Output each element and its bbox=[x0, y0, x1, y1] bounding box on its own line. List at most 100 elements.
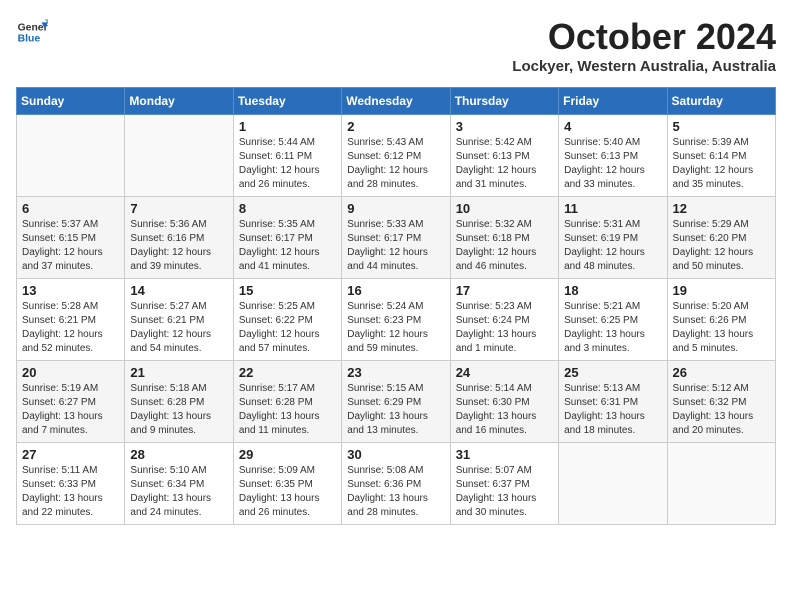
cell-content: Sunrise: 5:36 AM Sunset: 6:16 PM Dayligh… bbox=[130, 218, 227, 274]
calendar-cell: 28 Sunrise: 5:10 AM Sunset: 6:34 PM Dayli… bbox=[125, 443, 233, 525]
day-header-tuesday: Tuesday bbox=[233, 88, 341, 115]
day-header-thursday: Thursday bbox=[450, 88, 558, 115]
cell-content: Sunrise: 5:21 AM Sunset: 6:25 PM Dayligh… bbox=[564, 300, 661, 356]
day-number: 8 bbox=[239, 201, 336, 216]
day-number: 1 bbox=[239, 119, 336, 134]
cell-content: Sunrise: 5:08 AM Sunset: 6:36 PM Dayligh… bbox=[347, 464, 444, 520]
cell-content: Sunrise: 5:14 AM Sunset: 6:30 PM Dayligh… bbox=[456, 382, 553, 438]
week-row-2: 6 Sunrise: 5:37 AM Sunset: 6:15 PM Daylig… bbox=[17, 197, 776, 279]
calendar-cell: 3 Sunrise: 5:42 AM Sunset: 6:13 PM Daylig… bbox=[450, 115, 558, 197]
week-row-5: 27 Sunrise: 5:11 AM Sunset: 6:33 PM Dayli… bbox=[17, 443, 776, 525]
calendar-cell: 15 Sunrise: 5:25 AM Sunset: 6:22 PM Dayli… bbox=[233, 279, 341, 361]
calendar-cell: 9 Sunrise: 5:33 AM Sunset: 6:17 PM Daylig… bbox=[342, 197, 450, 279]
day-number: 16 bbox=[347, 283, 444, 298]
cell-content: Sunrise: 5:31 AM Sunset: 6:19 PM Dayligh… bbox=[564, 218, 661, 274]
calendar-cell: 1Sunrise: 5:44 AM Sunset: 6:11 PM Daylig… bbox=[233, 115, 341, 197]
page-header: General Blue October 2024 Lockyer, Weste… bbox=[16, 16, 776, 75]
cell-content: Sunrise: 5:40 AM Sunset: 6:13 PM Dayligh… bbox=[564, 136, 661, 192]
day-number: 23 bbox=[347, 365, 444, 380]
calendar-cell: 29Sunrise: 5:09 AM Sunset: 6:35 PM Dayli… bbox=[233, 443, 341, 525]
day-number: 11 bbox=[564, 201, 661, 216]
calendar-cell: 25 Sunrise: 5:13 AM Sunset: 6:31 PM Dayli… bbox=[559, 361, 667, 443]
day-number: 10 bbox=[456, 201, 553, 216]
cell-content: Sunrise: 5:35 AM Sunset: 6:17 PM Dayligh… bbox=[239, 218, 336, 274]
calendar-cell: 8 Sunrise: 5:35 AM Sunset: 6:17 PM Daylig… bbox=[233, 197, 341, 279]
cell-content: Sunrise: 5:20 AM Sunset: 6:26 PM Dayligh… bbox=[673, 300, 770, 356]
day-number: 20 bbox=[22, 365, 119, 380]
cell-content: Sunrise: 5:18 AM Sunset: 6:28 PM Dayligh… bbox=[130, 382, 227, 438]
day-number: 25 bbox=[564, 365, 661, 380]
calendar-cell: 20 Sunrise: 5:19 AM Sunset: 6:27 PM Dayli… bbox=[17, 361, 125, 443]
cell-content: Sunrise: 5:23 AM Sunset: 6:24 PM Dayligh… bbox=[456, 300, 553, 356]
cell-content: Sunrise: 5:12 AM Sunset: 6:32 PM Dayligh… bbox=[673, 382, 770, 438]
cell-content: Sunrise: 5:32 AM Sunset: 6:18 PM Dayligh… bbox=[456, 218, 553, 274]
calendar-cell bbox=[125, 115, 233, 197]
logo: General Blue bbox=[16, 16, 48, 48]
calendar-cell bbox=[667, 443, 775, 525]
day-number: 3 bbox=[456, 119, 553, 134]
calendar-cell: 24Sunrise: 5:14 AM Sunset: 6:30 PM Dayli… bbox=[450, 361, 558, 443]
cell-content: Sunrise: 5:19 AM Sunset: 6:27 PM Dayligh… bbox=[22, 382, 119, 438]
day-number: 27 bbox=[22, 447, 119, 462]
calendar-cell: 4Sunrise: 5:40 AM Sunset: 6:13 PM Daylig… bbox=[559, 115, 667, 197]
calendar-cell: 5 Sunrise: 5:39 AM Sunset: 6:14 PM Daylig… bbox=[667, 115, 775, 197]
day-number: 2 bbox=[347, 119, 444, 134]
day-number: 13 bbox=[22, 283, 119, 298]
day-number: 30 bbox=[347, 447, 444, 462]
calendar-cell: 30 Sunrise: 5:08 AM Sunset: 6:36 PM Dayli… bbox=[342, 443, 450, 525]
calendar-cell: 12 Sunrise: 5:29 AM Sunset: 6:20 PM Dayli… bbox=[667, 197, 775, 279]
calendar-cell: 2 Sunrise: 5:43 AM Sunset: 6:12 PM Daylig… bbox=[342, 115, 450, 197]
day-number: 5 bbox=[673, 119, 770, 134]
cell-content: Sunrise: 5:37 AM Sunset: 6:15 PM Dayligh… bbox=[22, 218, 119, 274]
day-number: 12 bbox=[673, 201, 770, 216]
cell-content: Sunrise: 5:25 AM Sunset: 6:22 PM Dayligh… bbox=[239, 300, 336, 356]
day-number: 19 bbox=[673, 283, 770, 298]
day-number: 9 bbox=[347, 201, 444, 216]
cell-content: Sunrise: 5:11 AM Sunset: 6:33 PM Dayligh… bbox=[22, 464, 119, 520]
calendar-cell: 6 Sunrise: 5:37 AM Sunset: 6:15 PM Daylig… bbox=[17, 197, 125, 279]
day-number: 7 bbox=[130, 201, 227, 216]
calendar-cell: 7 Sunrise: 5:36 AM Sunset: 6:16 PM Daylig… bbox=[125, 197, 233, 279]
day-number: 14 bbox=[130, 283, 227, 298]
calendar-cell bbox=[559, 443, 667, 525]
calendar-cell: 22 Sunrise: 5:17 AM Sunset: 6:28 PM Dayli… bbox=[233, 361, 341, 443]
cell-content: Sunrise: 5:42 AM Sunset: 6:13 PM Dayligh… bbox=[456, 136, 553, 192]
day-header-wednesday: Wednesday bbox=[342, 88, 450, 115]
week-row-3: 13Sunrise: 5:28 AM Sunset: 6:21 PM Dayli… bbox=[17, 279, 776, 361]
cell-content: Sunrise: 5:10 AM Sunset: 6:34 PM Dayligh… bbox=[130, 464, 227, 520]
cell-content: Sunrise: 5:13 AM Sunset: 6:31 PM Dayligh… bbox=[564, 382, 661, 438]
cell-content: Sunrise: 5:17 AM Sunset: 6:28 PM Dayligh… bbox=[239, 382, 336, 438]
day-header-friday: Friday bbox=[559, 88, 667, 115]
logo-icon: General Blue bbox=[16, 16, 48, 48]
cell-content: Sunrise: 5:33 AM Sunset: 6:17 PM Dayligh… bbox=[347, 218, 444, 274]
day-header-sunday: Sunday bbox=[17, 88, 125, 115]
location-title: Lockyer, Western Australia, Australia bbox=[512, 58, 776, 75]
title-block: October 2024 Lockyer, Western Australia,… bbox=[512, 16, 776, 75]
cell-content: Sunrise: 5:43 AM Sunset: 6:12 PM Dayligh… bbox=[347, 136, 444, 192]
day-header-monday: Monday bbox=[125, 88, 233, 115]
day-number: 28 bbox=[130, 447, 227, 462]
calendar-cell: 21 Sunrise: 5:18 AM Sunset: 6:28 PM Dayli… bbox=[125, 361, 233, 443]
day-number: 17 bbox=[456, 283, 553, 298]
day-number: 6 bbox=[22, 201, 119, 216]
cell-content: Sunrise: 5:27 AM Sunset: 6:21 PM Dayligh… bbox=[130, 300, 227, 356]
day-number: 31 bbox=[456, 447, 553, 462]
cell-content: Sunrise: 5:39 AM Sunset: 6:14 PM Dayligh… bbox=[673, 136, 770, 192]
day-number: 26 bbox=[673, 365, 770, 380]
day-header-saturday: Saturday bbox=[667, 88, 775, 115]
calendar-cell: 16Sunrise: 5:24 AM Sunset: 6:23 PM Dayli… bbox=[342, 279, 450, 361]
week-row-1: 1Sunrise: 5:44 AM Sunset: 6:11 PM Daylig… bbox=[17, 115, 776, 197]
calendar-cell: 23 Sunrise: 5:15 AM Sunset: 6:29 PM Dayli… bbox=[342, 361, 450, 443]
day-number: 15 bbox=[239, 283, 336, 298]
day-number: 21 bbox=[130, 365, 227, 380]
svg-text:Blue: Blue bbox=[18, 34, 41, 45]
calendar-cell: 10 Sunrise: 5:32 AM Sunset: 6:18 PM Dayli… bbox=[450, 197, 558, 279]
day-number: 22 bbox=[239, 365, 336, 380]
calendar-cell: 26 Sunrise: 5:12 AM Sunset: 6:32 PM Dayli… bbox=[667, 361, 775, 443]
cell-content: Sunrise: 5:15 AM Sunset: 6:29 PM Dayligh… bbox=[347, 382, 444, 438]
header-row: SundayMondayTuesdayWednesdayThursdayFrid… bbox=[17, 88, 776, 115]
cell-content: Sunrise: 5:29 AM Sunset: 6:20 PM Dayligh… bbox=[673, 218, 770, 274]
calendar-cell: 17 Sunrise: 5:23 AM Sunset: 6:24 PM Dayli… bbox=[450, 279, 558, 361]
week-row-4: 20 Sunrise: 5:19 AM Sunset: 6:27 PM Dayli… bbox=[17, 361, 776, 443]
cell-content: Sunrise: 5:07 AM Sunset: 6:37 PM Dayligh… bbox=[456, 464, 553, 520]
